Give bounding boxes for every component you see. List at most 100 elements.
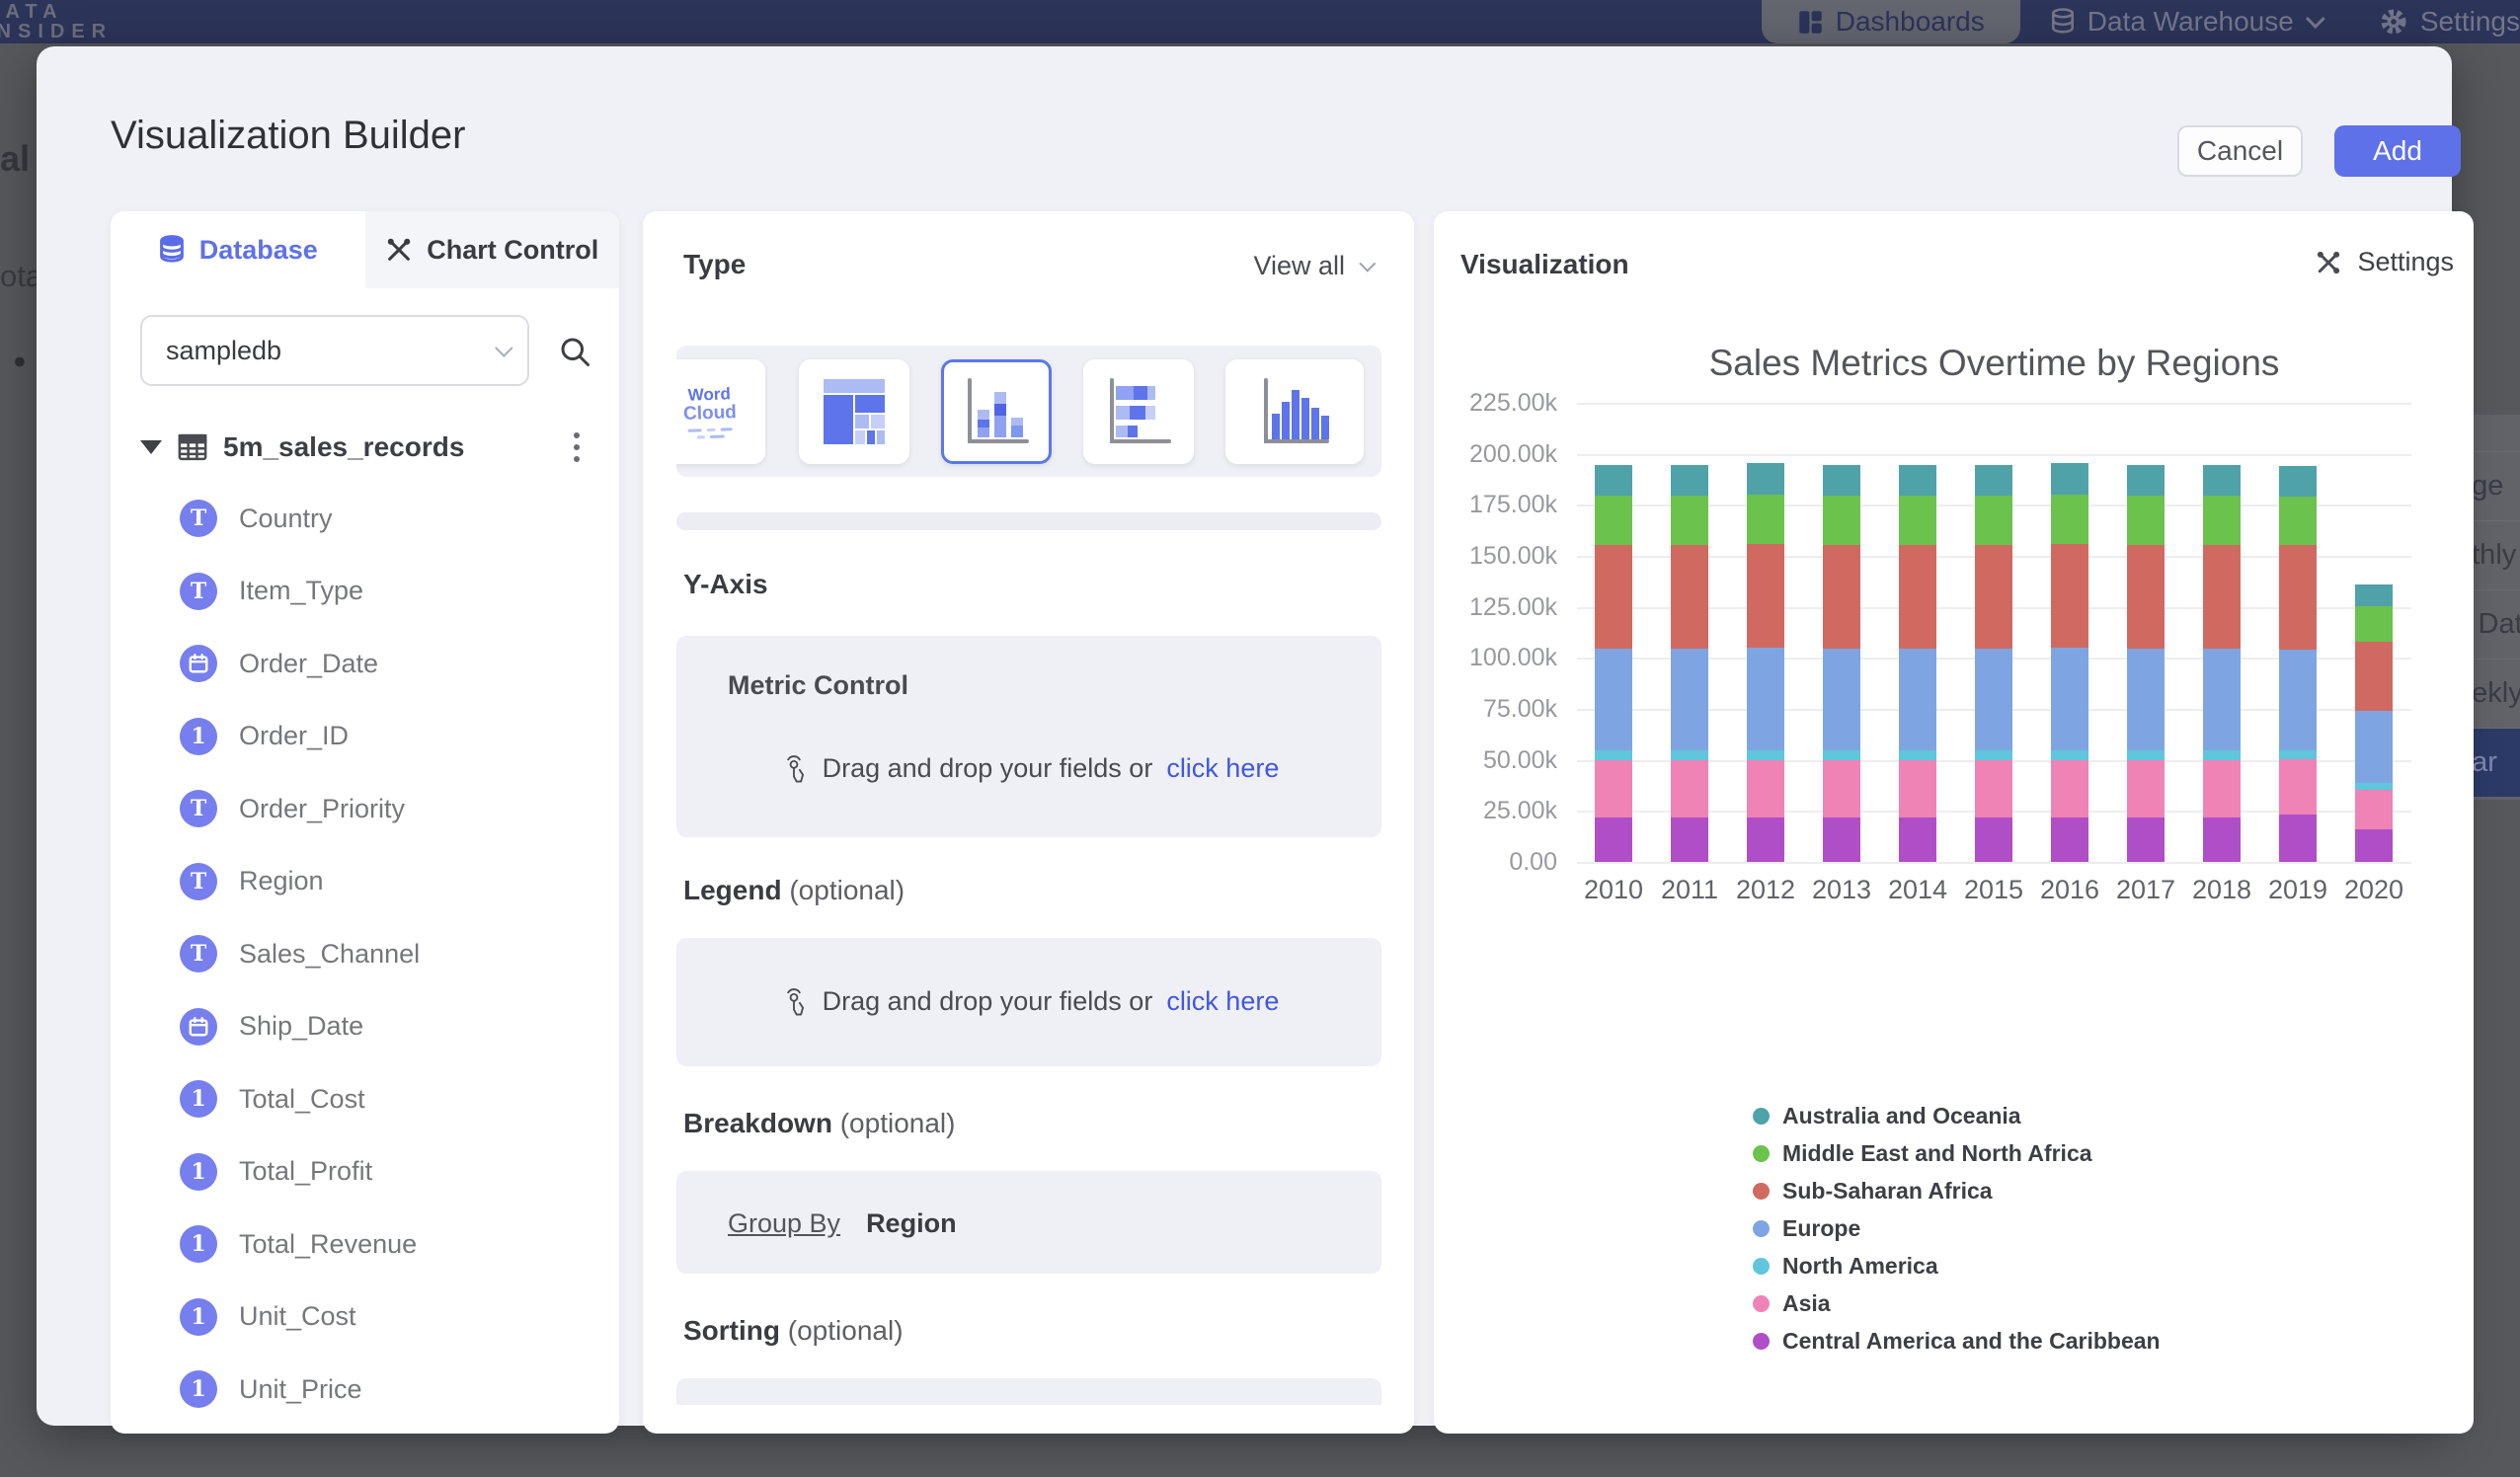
bar-2012[interactable] [1747,463,1784,862]
legend-label: North America [1782,1253,1938,1280]
tab-database[interactable]: Database [111,211,365,288]
legend-item[interactable]: Central America and the Caribbean [1753,1328,2161,1355]
legend-label: Asia [1782,1290,1831,1317]
database-select[interactable]: sampledb [140,315,529,386]
legend-item[interactable]: Middle East and North Africa [1753,1140,2092,1167]
metric-control-dropzone[interactable]: Metric Control Drag and drop your fields… [676,636,1381,837]
field-item-order_date[interactable]: Order_Date [180,644,378,683]
bar-segment [1747,544,1784,648]
dashboard-icon [1797,9,1824,36]
tab-chart-control[interactable]: Chart Control [365,211,620,288]
field-item-unit_cost[interactable]: 1Unit_Cost [180,1297,356,1337]
bar-segment [1595,545,1632,649]
bar-segment [1899,545,1936,649]
background-text-fragment: al [0,138,30,180]
field-item-total_revenue[interactable]: 1Total_Revenue [180,1224,417,1264]
type-strip-scrollbar[interactable] [676,512,1381,530]
nav-item-dashboards[interactable]: Dashboards [1762,0,2020,43]
legend-section-heading: Legend (optional) [683,875,905,906]
bar-2011[interactable] [1671,465,1708,862]
sorting-label: Sorting [683,1315,780,1346]
add-button[interactable]: Add [2334,125,2461,177]
bar-2013[interactable] [1823,465,1860,862]
chart-type-column[interactable] [1225,359,1364,464]
table-name: 5m_sales_records [223,431,548,463]
chart-type-treemap[interactable] [799,359,909,464]
bar-2014[interactable] [1899,465,1936,862]
bar-2019[interactable] [2279,466,2317,862]
bar-2010[interactable] [1595,465,1632,862]
settings-button[interactable]: Settings [2314,247,2454,277]
sorting-dropzone[interactable]: Data Range Ascending [676,1378,1381,1405]
bar-2015[interactable] [1975,465,2012,862]
field-item-order_priority[interactable]: TOrder_Priority [180,789,405,828]
legend-item[interactable]: Australia and Oceania [1753,1103,2021,1129]
chevron-down-icon [2306,9,2325,29]
bar-2017[interactable] [2127,465,2165,862]
field-item-total_profit[interactable]: 1Total_Profit [180,1152,372,1192]
nav-item-settings[interactable]: Settings [2349,0,2520,43]
database-icon [158,235,186,265]
legend-item[interactable]: Sub-Saharan Africa [1753,1178,1993,1205]
chart-type-wordcloud[interactable]: Word Cloud [676,359,765,464]
bar-segment [2279,650,2317,750]
field-item-country[interactable]: TCountry [180,499,333,538]
legend-item[interactable]: Asia [1753,1290,1831,1317]
bar-segment [1899,496,1936,545]
chevron-down-icon [495,339,512,356]
legend-dropzone[interactable]: Drag and drop your fields or click here [676,938,1381,1066]
bar-segment [1595,649,1632,750]
y-axis-tick-label: 100.00k [1434,644,1557,672]
chart-type-stacked-column[interactable] [941,359,1052,464]
field-item-item_type[interactable]: TItem_Type [180,572,363,611]
legend-label: Australia and Oceania [1782,1103,2021,1129]
group-by-button[interactable]: Group By [728,1208,840,1239]
optional-suffix: (optional) [840,1108,956,1138]
field-item-total_cost[interactable]: 1Total_Cost [180,1079,365,1119]
bar-segment [2051,463,2088,495]
legend-color-dot [1753,1258,1770,1275]
field-item-region[interactable]: TRegion [180,862,324,901]
view-all-button[interactable]: View all [1253,251,1371,281]
bar-segment [2355,584,2393,606]
legend-item[interactable]: Europe [1753,1215,1860,1242]
chart-gridline [1577,403,2411,405]
bar-segment [2203,545,2241,649]
bar-2020[interactable] [2355,584,2393,862]
legend-color-dot [1753,1295,1770,1312]
click-here-link[interactable]: click here [1166,986,1279,1017]
y-axis-tick-label: 125.00k [1434,593,1557,622]
bar-2016[interactable] [2051,463,2088,862]
type-section-heading: Type [683,249,746,280]
y-axis-tick-label: 225.00k [1434,389,1557,418]
bar-segment [1823,545,1860,649]
field-label: Unit_Price [239,1374,362,1405]
field-item-ship_date[interactable]: Ship_Date [180,1007,363,1047]
field-item-unit_price[interactable]: 1Unit_Price [180,1369,362,1409]
wordcloud-word: Cloud [683,403,737,425]
bar-segment [1671,545,1708,649]
caret-down-icon[interactable] [140,440,162,454]
kebab-menu-icon[interactable] [564,427,590,468]
date-field-icon [180,1008,217,1046]
tools-icon [385,236,413,264]
cancel-button[interactable]: Cancel [2177,125,2303,177]
bar-segment [2051,544,2088,648]
bar-segment [1671,817,1708,862]
bar-segment [1975,750,2012,759]
field-item-sales_channel[interactable]: TSales_Channel [180,934,420,973]
y-axis-tick-label: 0.00 [1434,848,1557,877]
field-item-order_id[interactable]: 1Order_ID [180,717,349,756]
number-field-icon: 1 [180,1225,217,1263]
legend-label: Sub-Saharan Africa [1782,1178,1993,1205]
bar-2018[interactable] [2203,465,2241,862]
bar-segment [2279,545,2317,650]
chart-type-stacked-bar[interactable] [1083,359,1194,464]
nav-item-data-warehouse[interactable]: Data Warehouse [2020,0,2349,43]
legend-item[interactable]: North America [1753,1253,1938,1280]
bar-segment [2279,466,2317,497]
group-by-value[interactable]: Region [866,1208,957,1239]
search-button[interactable] [551,328,598,375]
breakdown-dropzone[interactable]: Group By Region [676,1171,1381,1274]
click-here-link[interactable]: click here [1166,753,1279,784]
